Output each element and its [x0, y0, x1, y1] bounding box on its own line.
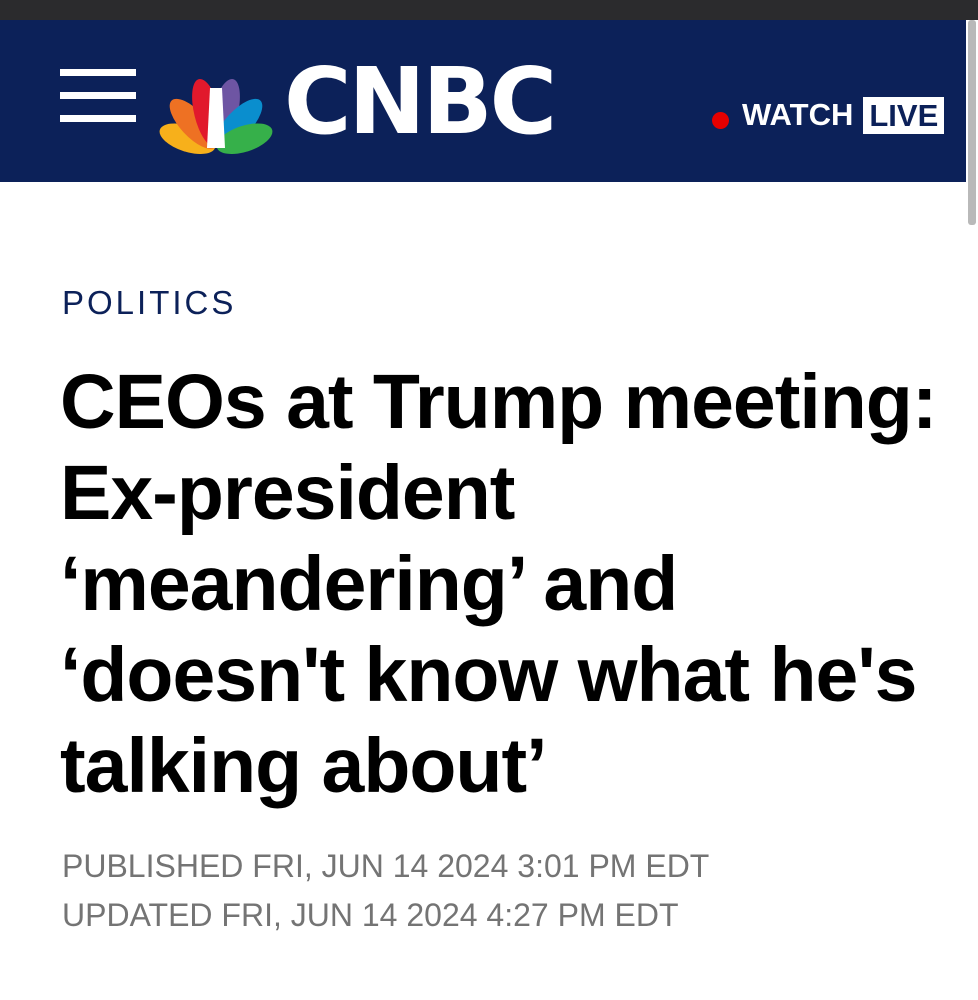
- nbc-peacock-logo: [159, 78, 273, 154]
- watch-live-button[interactable]: WATCH LIVE: [712, 95, 945, 135]
- scrollbar-thumb[interactable]: [968, 20, 976, 225]
- category-link[interactable]: POLITICS: [62, 283, 236, 323]
- peacock-body: [207, 88, 225, 148]
- red-dot-icon: [712, 111, 729, 129]
- hamburger-menu-icon[interactable]: [60, 69, 136, 123]
- updated-timestamp: UPDATED FRI, JUN 14 2024 4:27 PM EDT: [62, 897, 679, 933]
- published-timestamp: PUBLISHED FRI, JUN 14 2024 3:01 PM EDT: [62, 848, 710, 884]
- article-headline: CEOs at Trump meeting: Ex-president ‘mea…: [60, 359, 937, 809]
- system-status-bar: [0, 0, 978, 20]
- cnbc-wordmark: CNBC: [284, 48, 557, 155]
- watch-label: WATCH: [742, 97, 854, 132]
- live-badge: LIVE: [863, 96, 945, 134]
- site-header: CNBC WATCH LIVE: [0, 20, 966, 182]
- cnbc-logo[interactable]: CNBC: [150, 48, 590, 155]
